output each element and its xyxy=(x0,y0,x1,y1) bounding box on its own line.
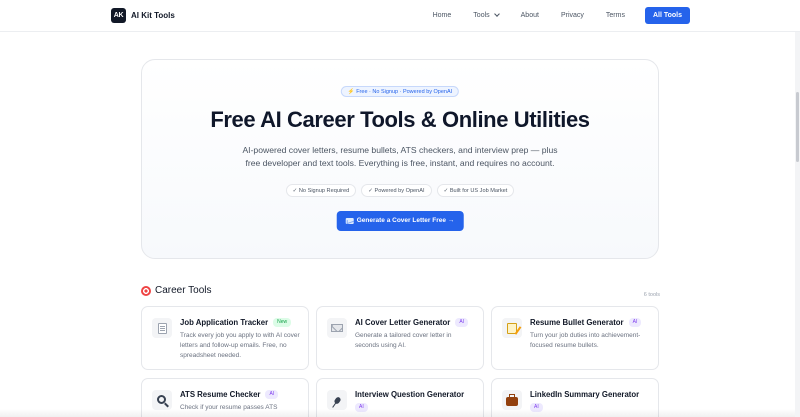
top-navbar: AK AI Kit Tools Home Tools About Privacy… xyxy=(0,0,800,32)
nav-home-link[interactable]: Home xyxy=(433,7,452,24)
nav-about-link[interactable]: About xyxy=(521,7,539,24)
scrollbar-thumb[interactable] xyxy=(796,92,799,162)
new-badge: New xyxy=(273,318,292,327)
ai-badge: AI xyxy=(265,390,279,399)
chip-us-market: ✓ Built for US Job Market xyxy=(436,184,515,197)
site-logo[interactable]: AK AI Kit Tools xyxy=(111,8,175,23)
card-title: AI Cover Letter Generator xyxy=(355,318,451,327)
hero-title: Free AI Career Tools & Online Utilities xyxy=(210,107,590,132)
hero-feature-chips: ✓ No Signup Required ✓ Powered by OpenAI… xyxy=(142,184,658,197)
tool-card-resume-bullet[interactable]: Resume Bullet Generator AI Turn your job… xyxy=(491,306,659,370)
card-title: Interview Question Generator xyxy=(355,390,465,399)
main-nav: Home Tools About Privacy Terms All Tools xyxy=(411,7,690,24)
card-title: Resume Bullet Generator xyxy=(530,318,624,327)
hero-section: ⚡ Free · No Signup · Powered by OpenAI F… xyxy=(141,59,659,259)
nav-tools-dropdown[interactable]: Tools xyxy=(473,7,500,24)
envelope-icon xyxy=(345,218,354,224)
tool-count: 6 tools xyxy=(643,292,660,298)
chevron-down-icon xyxy=(493,11,500,17)
card-description: Turn your job duties into achievement-fo… xyxy=(530,332,641,349)
nav-tools-label: Tools xyxy=(473,12,490,19)
page-scrollbar[interactable] xyxy=(795,32,800,417)
envelope-icon xyxy=(327,318,347,338)
magnifier-icon xyxy=(152,390,172,410)
briefcase-icon xyxy=(502,390,522,410)
ai-badge: AI xyxy=(628,318,642,327)
career-tools-heading: Career Tools xyxy=(141,285,212,296)
memo-icon xyxy=(502,318,522,338)
logo-mark-icon: AK xyxy=(111,8,126,23)
section-title: Career Tools xyxy=(155,285,212,296)
hero-badge: ⚡ Free · No Signup · Powered by OpenAI xyxy=(340,86,460,97)
brand-name: AI Kit Tools xyxy=(131,11,175,20)
hero-description: AI-powered cover letters, resume bullets… xyxy=(242,145,558,168)
bottom-shadow xyxy=(0,409,795,417)
chip-no-signup: ✓ No Signup Required xyxy=(285,184,357,197)
cta-label: Generate a Cover Letter Free → xyxy=(356,217,455,224)
card-title: ATS Resume Checker xyxy=(180,390,261,399)
card-description: Generate a tailored cover letter in seco… xyxy=(355,332,452,349)
clipboard-icon xyxy=(152,318,172,338)
tool-card-cover-letter[interactable]: AI Cover Letter Generator AI Generate a … xyxy=(316,306,484,370)
microphone-icon xyxy=(327,390,347,410)
tool-card-job-tracker[interactable]: Job Application Tracker New Track every … xyxy=(141,306,309,370)
nav-privacy-link[interactable]: Privacy xyxy=(561,7,584,24)
nav-terms-link[interactable]: Terms xyxy=(606,7,625,24)
chip-openai: ✓ Powered by OpenAI xyxy=(361,184,432,197)
all-tools-button[interactable]: All Tools xyxy=(644,7,690,24)
card-description: Track every job you apply to with AI cov… xyxy=(180,332,300,359)
ai-badge: AI xyxy=(455,318,469,327)
card-title: LinkedIn Summary Generator xyxy=(530,390,640,399)
card-title: Job Application Tracker xyxy=(180,318,269,327)
generate-cover-letter-button[interactable]: Generate a Cover Letter Free → xyxy=(336,211,464,231)
target-icon xyxy=(141,285,151,296)
